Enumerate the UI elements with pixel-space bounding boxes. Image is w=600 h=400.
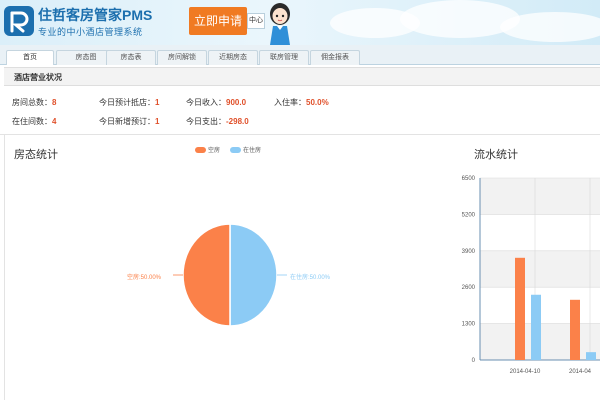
stat-value: 8 (52, 98, 57, 107)
panel-border (4, 135, 5, 400)
stat-value: 50.0% (306, 98, 329, 107)
stat-new-booking: 今日新增预订：1 (99, 117, 160, 126)
logo-icon (4, 6, 34, 36)
app-subtitle: 专业的中小酒店管理系统 (38, 27, 143, 37)
stat-value: 1 (155, 98, 160, 107)
tab-room-table[interactable]: 房态表 (106, 50, 156, 65)
stat-expected-checkin: 今日预计抵店：1 (99, 98, 160, 107)
tab-recent-status[interactable]: 近期房态 (208, 50, 258, 65)
x-tick-label: 2014-04 (569, 369, 592, 375)
section-divider (0, 134, 600, 135)
flow-bar-chart: 0 1300 2600 3900 5200 6500 2014-04-10 2014-04 (462, 176, 600, 375)
y-tick-label: 2600 (462, 285, 476, 291)
grid-band (480, 250, 600, 288)
tab-room-unlock[interactable]: 房间解锁 (157, 50, 207, 65)
flow-chart-title: 流水统计 (474, 149, 518, 161)
app-header: 住哲客房管家PMS 专业的中小酒店管理系统 立即申请 中心 (0, 0, 600, 45)
tab-joint-room[interactable]: 联房管理 (259, 50, 309, 65)
stat-value: 900.0 (226, 98, 247, 107)
bar-a-2014-04-10[interactable] (515, 257, 525, 360)
tab-commission-report[interactable]: 佣金报表 (310, 50, 360, 65)
bar-b-2014-04-10[interactable] (531, 294, 541, 360)
pie-label-occupied: 在住房:50.00% (290, 275, 331, 281)
room-chart-title: 房态统计 (14, 149, 58, 161)
pie-label-empty: 空房:50.00% (127, 275, 162, 281)
tab-bar: 首页 房态图 房态表 房间解锁 近期房态 联房管理 佣金报表 (0, 45, 600, 65)
legend-swatch-empty (195, 147, 206, 154)
status-title: 酒店营业状况 (14, 73, 62, 82)
stat-income: 今日收入：900.0 (186, 98, 247, 107)
x-tick-label: 2014-04-10 (510, 369, 541, 375)
stat-value: -298.0 (226, 117, 249, 126)
stat-expense: 今日支出：-298.0 (186, 117, 249, 126)
legend-swatch-occupied (230, 147, 241, 154)
apply-now-button[interactable]: 立即申请 (189, 7, 247, 35)
stat-occupancy: 入住率：50.0% (274, 98, 329, 107)
stat-value: 4 (52, 117, 57, 126)
pie-slice-occupied[interactable] (229, 223, 278, 327)
tab-home[interactable]: 首页 (6, 50, 54, 65)
y-tick-label: 1300 (462, 322, 476, 328)
y-tick-label: 5200 (462, 212, 476, 218)
bar-a-2014-04-11[interactable] (570, 299, 580, 360)
app-title: 住哲客房管家PMS (38, 7, 153, 23)
grid-band (480, 178, 600, 215)
stat-value: 1 (155, 117, 160, 126)
room-pie-chart (173, 223, 287, 327)
y-tick-label: 0 (472, 358, 476, 364)
stat-total-rooms: 房间总数：8 (12, 98, 57, 107)
y-tick-label: 3900 (462, 249, 476, 255)
pie-slice-empty[interactable] (182, 223, 231, 327)
bar-b-2014-04-11[interactable] (586, 352, 596, 360)
mascot-icon (270, 3, 290, 45)
stat-occupied: 在住间数：4 (12, 117, 57, 126)
status-header: 酒店营业状况 (4, 67, 600, 86)
y-tick-label: 6500 (462, 176, 476, 182)
legend-empty: 空房 (195, 145, 220, 154)
legend-occupied: 在住房 (230, 145, 261, 154)
